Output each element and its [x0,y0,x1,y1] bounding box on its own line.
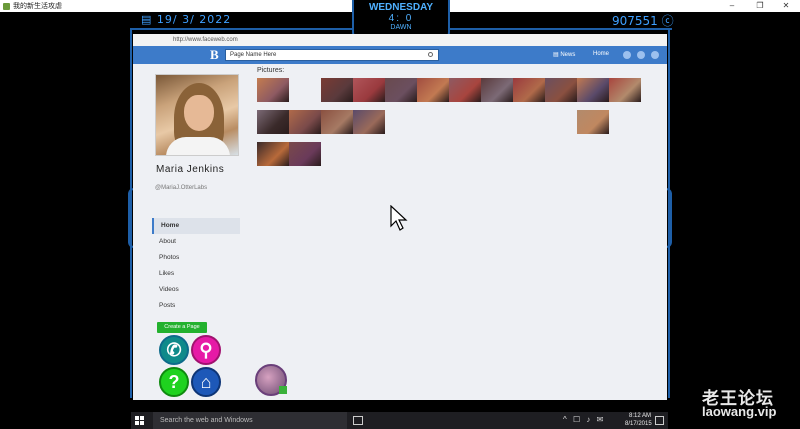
profile-name: Maria Jenkins [156,164,225,175]
window-title: 我的新生活攻虐 [13,3,62,10]
nav-home[interactable]: Home [593,51,609,57]
picture-thumbnail[interactable] [609,78,641,102]
picture-thumbnail[interactable] [545,78,577,102]
site-logo[interactable]: B [210,47,224,63]
picture-thumbnail[interactable] [257,78,289,102]
phone-icon: ✆ [166,339,182,360]
picture-thumbnail[interactable] [257,110,289,134]
phone-button[interactable]: ✆ [159,335,189,365]
profile-avatar [155,74,239,156]
task-view-icon[interactable] [353,416,363,425]
picture-thumbnail[interactable] [577,78,609,102]
system-tray-icons[interactable]: ^ ☐ ♪ ✉ [563,415,605,424]
maximize-button[interactable]: ❐ [746,0,774,12]
taskbar: Search the web and Windows ^ ☐ ♪ ✉ 8:12 … [131,412,668,429]
picture-thumbnail[interactable] [289,142,321,166]
profile-menu: Home About Photos Likes Videos Posts [152,218,240,314]
app-icon [3,2,10,10]
location-pin-icon: ⚲ [199,339,213,360]
search-icon[interactable] [428,52,433,57]
url-bar[interactable]: http://www.faceweb.com [133,34,667,46]
nav-bar: B Page Name Here ▤ News Home [133,46,667,64]
location-button[interactable]: ⚲ [191,335,221,365]
help-button[interactable]: ? [159,367,189,397]
picture-thumbnail[interactable] [481,78,513,102]
hud-day: WEDNESDAY [368,2,434,13]
online-indicator [279,386,287,394]
create-page-button[interactable]: Create a Page [157,322,207,333]
picture-thumbnail[interactable] [353,110,385,134]
page-search-input[interactable]: Page Name Here [225,49,439,61]
picture-thumbnail[interactable] [385,78,417,102]
taskbar-search-input[interactable]: Search the web and Windows [153,412,347,429]
picture-thumbnail[interactable] [321,78,353,102]
picture-thumbnail[interactable] [577,110,609,134]
menu-item-videos[interactable]: Videos [152,282,240,298]
watermark-en: laowang.vip [702,404,777,419]
windows-start-icon[interactable] [135,416,145,426]
globe-icon[interactable] [651,51,659,59]
picture-thumbnail[interactable] [289,110,321,134]
minimize-button[interactable]: – [718,0,746,12]
picture-thumbnail[interactable] [449,78,481,102]
notification-icon[interactable] [655,416,664,425]
menu-item-about[interactable]: About [152,234,240,250]
home-icon: ⌂ [200,371,212,392]
nav-news[interactable]: ▤ News [553,51,575,58]
picture-thumbnail[interactable] [257,142,289,166]
menu-item-photos[interactable]: Photos [152,250,240,266]
picture-thumbnail[interactable] [417,78,449,102]
menu-item-home[interactable]: Home [152,218,240,234]
question-icon: ? [168,371,180,392]
cursor-icon [390,205,408,231]
hud-date: ▤ 19/ 3/ 2022 [141,13,232,26]
menu-item-likes[interactable]: Likes [152,266,240,282]
friend-avatar[interactable] [255,364,287,396]
menu-item-posts[interactable]: Posts [152,298,240,314]
picture-thumbnail[interactable] [513,78,545,102]
friends-icon[interactable] [623,51,631,59]
hud-time: 4: 0 [388,13,414,24]
picture-thumbnail[interactable] [353,78,385,102]
pictures-label: Pictures: [257,67,285,74]
close-button[interactable]: ✕ [772,0,800,12]
taskbar-time[interactable]: 8:12 AM [629,413,651,419]
profile-handle: @MariaJ.OtterLabs [155,185,208,191]
hud-money: 907551 ⓒ [612,14,674,28]
hud-phase: DAWN [390,24,412,31]
picture-thumbnail[interactable] [321,110,353,134]
taskbar-date[interactable]: 8/17/2015 [625,421,652,427]
home-button[interactable]: ⌂ [191,367,221,397]
messages-icon[interactable] [637,51,645,59]
